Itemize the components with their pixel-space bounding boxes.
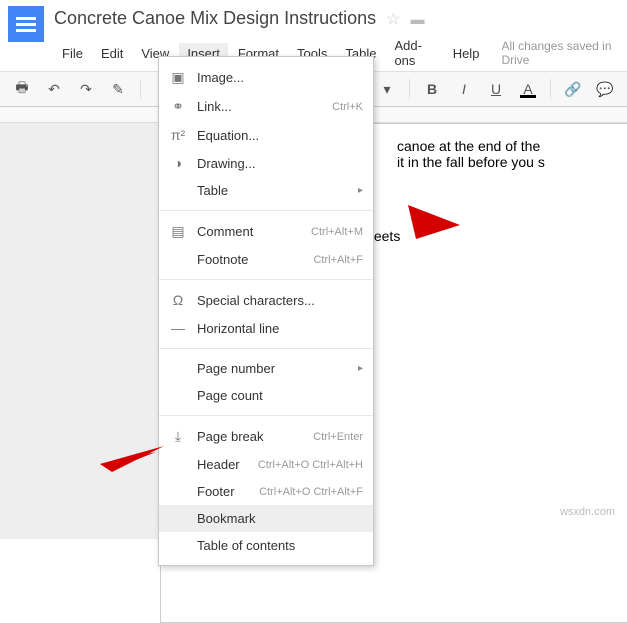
insert-page-break[interactable]: ⤓ Page break Ctrl+Enter bbox=[159, 422, 373, 451]
shortcut: Ctrl+K bbox=[332, 101, 363, 113]
undo-button[interactable]: ↶ bbox=[40, 75, 68, 103]
menu-label: Comment bbox=[197, 224, 301, 239]
menu-label: Page count bbox=[197, 388, 363, 403]
italic-button[interactable]: I bbox=[450, 75, 478, 103]
insert-footnote[interactable]: Footnote Ctrl+Alt+F bbox=[159, 246, 373, 273]
submenu-arrow-icon: ▸ bbox=[358, 185, 363, 196]
menu-label: Drawing... bbox=[197, 156, 363, 171]
body-text: canoe at the end of the bbox=[397, 138, 627, 154]
drawing-icon: ◑ bbox=[169, 155, 187, 171]
redo-button[interactable]: ↷ bbox=[72, 75, 100, 103]
paint-format-button[interactable]: ✎ bbox=[104, 75, 132, 103]
insert-link[interactable]: ⚭ Link... Ctrl+K bbox=[159, 92, 373, 121]
insert-comment-button[interactable]: 💬 bbox=[591, 75, 619, 103]
doc-title[interactable]: Concrete Canoe Mix Design Instructions bbox=[54, 6, 376, 31]
comment-icon: ▤ bbox=[169, 223, 187, 240]
menu-label: Header bbox=[197, 457, 248, 472]
insert-link-button[interactable]: 🔗 bbox=[559, 75, 587, 103]
folder-icon[interactable]: ▬ bbox=[411, 11, 425, 27]
menu-label: Page break bbox=[197, 429, 303, 444]
docs-logo[interactable] bbox=[8, 6, 44, 42]
menu-help[interactable]: Help bbox=[445, 43, 488, 64]
menu-label: Footnote bbox=[197, 252, 303, 267]
link-icon: ⚭ bbox=[169, 98, 187, 115]
shortcut: Ctrl+Alt+M bbox=[311, 226, 363, 238]
menu-label: Link... bbox=[197, 99, 322, 114]
menu-addons[interactable]: Add-ons bbox=[386, 35, 442, 71]
menu-label: Footer bbox=[197, 484, 249, 499]
underline-button[interactable]: U bbox=[482, 75, 510, 103]
toolbar-sep bbox=[550, 79, 551, 99]
menu-label: Image... bbox=[197, 70, 363, 85]
pagebreak-icon: ⤓ bbox=[169, 428, 187, 445]
menu-label: Equation... bbox=[197, 128, 363, 143]
annotation-arrow-1 bbox=[408, 205, 460, 239]
toolbar-sep bbox=[409, 79, 410, 99]
insert-equation[interactable]: π² Equation... bbox=[159, 121, 373, 149]
insert-image[interactable]: ▣ Image... bbox=[159, 63, 373, 92]
shortcut: Ctrl+Alt+O Ctrl+Alt+F bbox=[259, 486, 363, 498]
insert-bookmark[interactable]: Bookmark bbox=[159, 505, 373, 532]
insert-table[interactable]: Table ▸ bbox=[159, 177, 373, 204]
insert-special-chars[interactable]: Ω Special characters... bbox=[159, 286, 373, 314]
insert-footer[interactable]: Footer Ctrl+Alt+O Ctrl+Alt+F bbox=[159, 478, 373, 505]
menu-label: Table of contents bbox=[197, 538, 363, 553]
equation-icon: π² bbox=[169, 127, 187, 143]
shortcut: Ctrl+Alt+F bbox=[313, 254, 363, 266]
insert-page-count[interactable]: Page count bbox=[159, 382, 373, 409]
menu-label: Horizontal line bbox=[197, 321, 363, 336]
submenu-arrow-icon: ▸ bbox=[358, 363, 363, 374]
text-color-button[interactable]: A bbox=[514, 75, 542, 103]
menu-label: Special characters... bbox=[197, 293, 363, 308]
insert-header[interactable]: Header Ctrl+Alt+O Ctrl+Alt+H bbox=[159, 451, 373, 478]
menu-label: Page number bbox=[197, 361, 342, 376]
omega-icon: Ω bbox=[169, 292, 187, 308]
watermark: wsxdn.com bbox=[560, 506, 615, 518]
hr-icon: — bbox=[169, 320, 187, 336]
save-status: All changes saved in Drive bbox=[501, 39, 619, 67]
menu-label: Table bbox=[197, 183, 342, 198]
docs-logo-glyph bbox=[16, 23, 36, 26]
image-icon: ▣ bbox=[169, 69, 187, 86]
menu-file[interactable]: File bbox=[54, 43, 91, 64]
font-size-dropdown[interactable]: ▾ bbox=[373, 75, 401, 103]
shortcut: Ctrl+Enter bbox=[313, 431, 363, 443]
insert-horizontal-line[interactable]: — Horizontal line bbox=[159, 314, 373, 342]
menu-edit[interactable]: Edit bbox=[93, 43, 131, 64]
insert-comment[interactable]: ▤ Comment Ctrl+Alt+M bbox=[159, 217, 373, 246]
annotation-arrow-2 bbox=[100, 442, 164, 472]
insert-drawing[interactable]: ◑ Drawing... bbox=[159, 149, 373, 177]
print-button[interactable]: 🖶 bbox=[8, 75, 36, 103]
body-text: it in the fall before you s bbox=[397, 154, 627, 170]
bold-button[interactable]: B bbox=[418, 75, 446, 103]
insert-dropdown: ▣ Image... ⚭ Link... Ctrl+K π² Equation... ◑… bbox=[158, 56, 374, 566]
star-icon[interactable]: ☆ bbox=[386, 9, 400, 29]
shortcut: Ctrl+Alt+O Ctrl+Alt+H bbox=[258, 459, 363, 471]
insert-toc[interactable]: Table of contents bbox=[159, 532, 373, 559]
insert-page-number[interactable]: Page number ▸ bbox=[159, 355, 373, 382]
toolbar-sep bbox=[140, 79, 141, 99]
